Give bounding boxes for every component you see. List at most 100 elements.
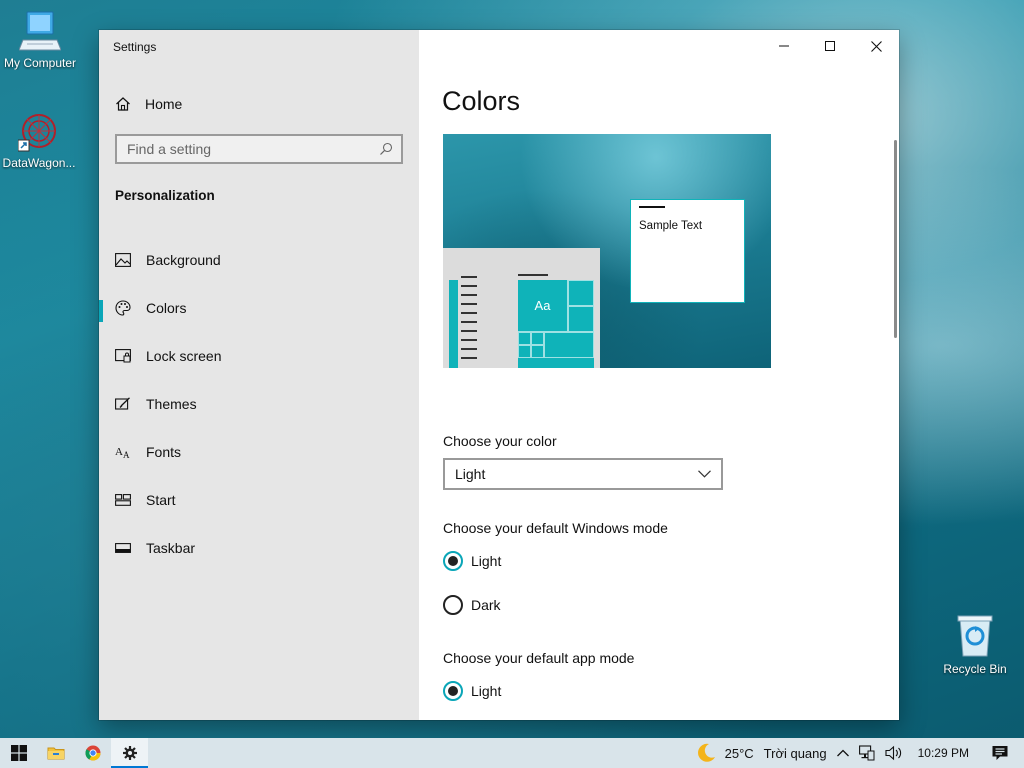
- recycle-bin-icon: [957, 615, 993, 657]
- preview-tiles: Aa: [518, 280, 594, 368]
- desktop-icon-label: Recycle Bin: [943, 662, 1007, 676]
- start-icon: [115, 492, 131, 508]
- sidebar-item-label: Themes: [146, 396, 197, 412]
- settings-window: Settings Home Personalization Background: [99, 30, 899, 720]
- chrome-icon: [84, 745, 100, 761]
- maximize-icon: [825, 41, 835, 51]
- settings-taskbar-button[interactable]: [111, 738, 148, 768]
- sidebar-item-label: Colors: [146, 300, 187, 316]
- sidebar-nav: Background Colors Lock screen Themes A A…: [99, 236, 419, 572]
- radio-indicator[interactable]: [443, 551, 463, 571]
- lock-screen-icon: [115, 348, 131, 364]
- main-content: Colors Aa Sample Text Choose your color …: [419, 30, 899, 720]
- desktop-icon-datawagon[interactable]: DataWagon...: [0, 110, 79, 170]
- sidebar-item-themes[interactable]: Themes: [99, 380, 419, 428]
- windows-mode-light-radio[interactable]: Light: [443, 551, 501, 571]
- speaker-icon: [885, 745, 901, 761]
- radio-label: Dark: [471, 597, 501, 613]
- color-preview: Aa Sample Text: [443, 134, 771, 368]
- moon-icon: [697, 743, 715, 762]
- sidebar-item-label: Taskbar: [146, 540, 196, 556]
- app-mode-label: Choose your default app mode: [443, 650, 635, 666]
- desktop-icon-my-computer[interactable]: My Computer: [0, 10, 80, 70]
- sidebar-item-taskbar[interactable]: Taskbar: [99, 524, 419, 572]
- radio-indicator[interactable]: [443, 595, 463, 615]
- sidebar-item-label: Background: [146, 252, 221, 268]
- computer-icon: [19, 11, 61, 51]
- svg-text:A: A: [123, 450, 130, 459]
- datawagon-icon: [18, 114, 56, 152]
- windows-mode-dark-radio[interactable]: Dark: [443, 595, 501, 615]
- home-icon: [116, 97, 130, 111]
- windows-logo-icon: [10, 745, 27, 761]
- weather-temp: 25°C: [724, 745, 754, 761]
- app-mode-light-radio[interactable]: Light: [443, 681, 501, 701]
- clock[interactable]: 10:29 PM: [918, 746, 969, 760]
- image-icon: [115, 252, 131, 268]
- start-button[interactable]: [0, 738, 37, 768]
- themes-icon: [115, 396, 131, 412]
- sidebar-item-fonts[interactable]: AA Fonts: [99, 428, 419, 476]
- desktop-icon-label: My Computer: [3, 56, 77, 70]
- sidebar-item-colors[interactable]: Colors: [99, 284, 419, 332]
- preview-menu-lines: [461, 276, 477, 366]
- palette-icon: [115, 300, 131, 316]
- home-nav-item[interactable]: Home: [115, 94, 182, 114]
- preview-sample-text: Sample Text: [639, 220, 703, 232]
- taskbar: 25°C Trời quang 10:29 PM: [0, 738, 1024, 768]
- color-mode-dropdown[interactable]: Light: [443, 458, 723, 490]
- chevron-up-icon: [836, 749, 849, 757]
- fonts-icon: AA: [115, 444, 131, 460]
- svg-text:A: A: [115, 446, 123, 458]
- minimize-button[interactable]: [761, 30, 807, 62]
- folder-icon: [47, 747, 64, 760]
- window-title: Settings: [113, 40, 157, 54]
- system-tray: 25°C Trời quang 10:29 PM: [690, 738, 1024, 768]
- dropdown-value: Light: [455, 466, 486, 482]
- volume-button[interactable]: [885, 745, 903, 761]
- chrome-button[interactable]: [74, 738, 111, 768]
- maximize-button[interactable]: [807, 30, 853, 62]
- section-heading: Personalization: [115, 188, 215, 203]
- preview-sample-window: Sample Text: [630, 199, 745, 303]
- preview-tile-label: Aa: [518, 280, 568, 332]
- sidebar-item-label: Lock screen: [146, 348, 222, 364]
- desktop-icon-recycle-bin[interactable]: Recycle Bin: [935, 614, 1015, 676]
- network-button[interactable]: [858, 745, 875, 761]
- sidebar-item-label: Start: [146, 492, 176, 508]
- choose-color-label: Choose your color: [443, 433, 557, 449]
- sidebar-item-label: Fonts: [146, 444, 182, 460]
- preview-tile-header: [518, 274, 548, 276]
- sidebar-item-background[interactable]: Background: [99, 236, 419, 284]
- radio-indicator[interactable]: [443, 681, 463, 701]
- sidebar-item-lock-screen[interactable]: Lock screen: [99, 332, 419, 380]
- minimize-icon: [779, 45, 789, 47]
- notification-icon: [992, 746, 1008, 760]
- sidebar: Settings Home Personalization Background: [99, 30, 419, 720]
- close-icon: [870, 40, 882, 52]
- preview-accent-strip: [449, 280, 458, 368]
- weather-widget[interactable]: 25°C Trời quang: [695, 742, 827, 764]
- search-box[interactable]: [115, 134, 403, 164]
- close-button[interactable]: [853, 30, 899, 62]
- sidebar-item-start[interactable]: Start: [99, 476, 419, 524]
- gear-icon: [122, 746, 137, 760]
- window-controls: [761, 30, 899, 62]
- search-icon[interactable]: [379, 142, 393, 156]
- radio-label: Light: [471, 553, 502, 569]
- desktop-icon-label: DataWagon...: [2, 156, 76, 170]
- taskbar-icon: [115, 540, 131, 556]
- page-title: Colors: [442, 86, 521, 116]
- weather-description: Trời quang: [763, 745, 827, 761]
- search-input[interactable]: [127, 141, 379, 157]
- show-hidden-icons-button[interactable]: [836, 749, 849, 757]
- notifications-button[interactable]: [992, 745, 1008, 761]
- windows-mode-label: Choose your default Windows mode: [443, 520, 668, 536]
- file-explorer-button[interactable]: [37, 738, 74, 768]
- scrollbar[interactable]: [894, 140, 897, 338]
- home-label: Home: [145, 96, 183, 112]
- preview-start-menu: Aa: [443, 248, 600, 368]
- radio-label: Light: [471, 683, 502, 699]
- network-icon: [858, 745, 875, 761]
- chevron-down-icon: [698, 470, 711, 478]
